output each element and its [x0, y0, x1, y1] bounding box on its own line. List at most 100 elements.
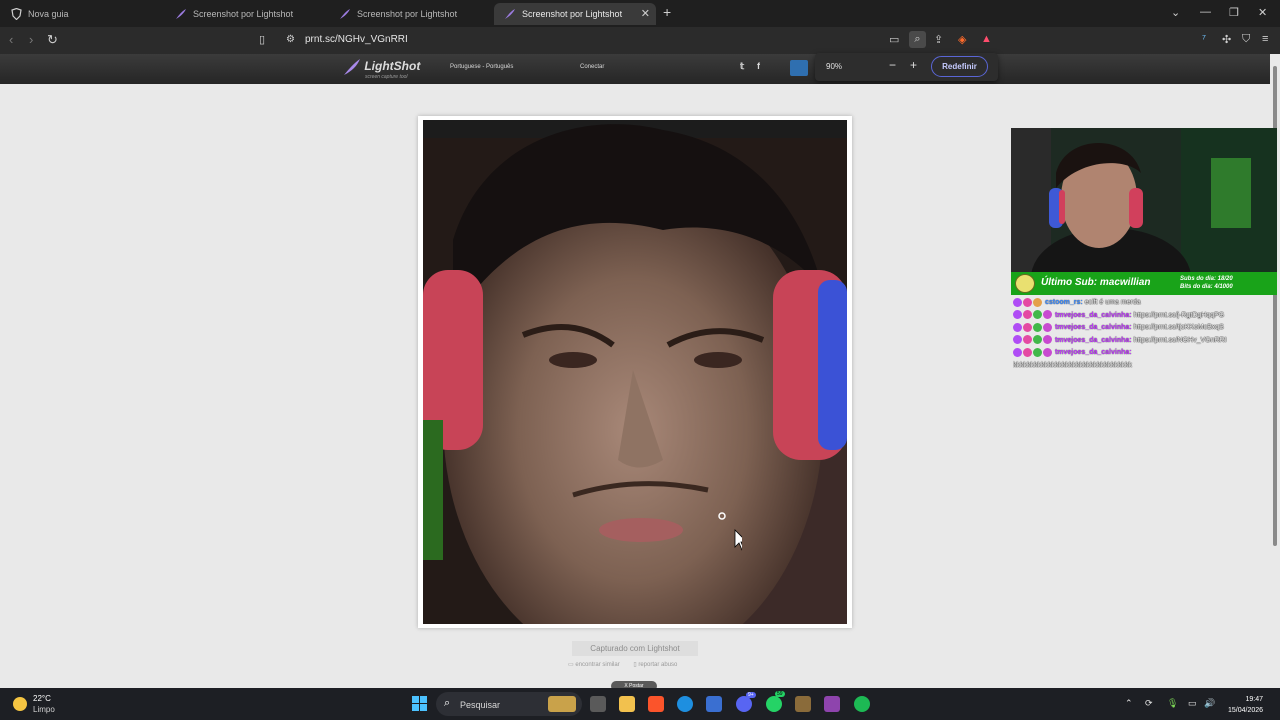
clock-date: 15/04/2026 — [1228, 707, 1264, 714]
sync-icon[interactable]: ⟳ — [1145, 698, 1153, 709]
feather-logo-icon — [344, 59, 360, 75]
brave-rewards-icon[interactable]: ▲ — [981, 33, 992, 45]
badge-icon — [1033, 322, 1042, 332]
chat-username: tmvejoes_da_calvinha: — [1054, 336, 1132, 344]
zoom-level: 90% — [826, 62, 843, 71]
close-window-button[interactable]: ✕ — [1258, 6, 1267, 19]
twitter-icon[interactable]: 𝕥 — [740, 61, 744, 72]
search-icon: ⌕ — [444, 697, 451, 709]
discord-icon[interactable] — [736, 696, 752, 712]
zoom-icon[interactable]: ⌕ — [909, 31, 926, 48]
new-tab-button[interactable]: + — [663, 4, 671, 20]
chat-line: tmvejoes_da_calvinha: https://prnt.sc/NG… — [1013, 335, 1277, 348]
store-icon[interactable] — [706, 696, 722, 712]
last-sub-bar: Último Sub: macwillian Subs do dia: 18/2… — [1011, 272, 1277, 295]
tab-title: Screenshot por Lightshot — [522, 9, 623, 19]
microphone-icon[interactable]: 🎙 — [1167, 698, 1178, 709]
chat-message-tail: kkkkkkkkkkkkkkkkkkkkkkkkkkkkkkkkkk — [1013, 361, 1132, 369]
network-icon[interactable]: ▭ — [1188, 698, 1197, 709]
badge-icon — [1013, 347, 1022, 357]
file-explorer-icon[interactable] — [619, 696, 635, 712]
logo-subtitle: screen capture tool — [365, 74, 408, 80]
taskbar: 22°C Limpo ⌕ Pesquisar 9+ 59 ⌃ ⟳ 🎙 ▭ 🔊 1… — [0, 688, 1280, 720]
menu-icon[interactable]: ≡ — [1262, 33, 1268, 45]
brave-icon[interactable] — [648, 696, 664, 712]
url-field[interactable]: prnt.sc/NGHv_VGnRRI — [305, 34, 408, 45]
close-tab-icon[interactable]: ✕ — [641, 7, 650, 20]
badge-icon — [1023, 347, 1032, 357]
reload-icon[interactable]: ↻ — [47, 32, 58, 48]
find-similar-link[interactable]: ▭ encontrar similar — [568, 662, 626, 668]
reset-zoom-button[interactable]: Redefinir — [931, 56, 988, 77]
cast-icon[interactable]: ▭ — [889, 33, 899, 46]
back-icon[interactable]: ‹ — [9, 32, 13, 47]
sub-stats: Subs do dia: 18/20 Bits do dia: 4/1000 — [1180, 275, 1233, 291]
address-bar-row: ‹ › ↻ ▯ ⚙ prnt.sc/NGHv_VGnRRI ▭ ⌕ ⇪ ◈ ▲ … — [0, 27, 1280, 54]
spotify-icon[interactable] — [854, 696, 870, 712]
forward-icon[interactable]: › — [29, 32, 33, 47]
report-abuse-link[interactable]: ▯ reportar abuso — [633, 662, 683, 668]
volume-icon[interactable]: 🔊 — [1204, 698, 1215, 709]
brave-shields-icon[interactable]: ◈ — [958, 33, 966, 46]
lightshot-logo[interactable]: LightShot screen capture tool — [343, 58, 420, 80]
app-icon[interactable] — [824, 696, 840, 712]
chat-username: tmvejoes_da_calvinha: — [1054, 349, 1132, 356]
vpn-icon[interactable]: ⛉ — [1242, 33, 1250, 46]
weather-temp[interactable]: 22°C — [33, 694, 51, 703]
search-highlight-icon — [548, 696, 576, 712]
translate-extension-icon[interactable]: ⁷ — [1202, 33, 1206, 45]
badge-icon — [1033, 335, 1042, 345]
share-icon[interactable]: ⇪ — [934, 33, 943, 46]
chat-message: https://prnt.sc/j-RgtDgHqqPG — [1133, 311, 1225, 319]
restore-button[interactable]: ❐ — [1229, 6, 1239, 19]
lightshot-feather-icon — [504, 8, 516, 20]
last-sub-label: Último Sub: macwillian — [1041, 277, 1151, 288]
connect-link[interactable]: Conectar — [580, 64, 604, 70]
chat-username: tmvejoes_da_calvinha: — [1054, 324, 1132, 331]
tab-lightshot-2[interactable]: Screenshot por Lightshot — [329, 3, 493, 25]
brave-shield-icon — [10, 8, 22, 20]
badge-icon — [1013, 322, 1022, 332]
weather-condition[interactable]: Limpo — [33, 705, 55, 714]
badge-icon — [1043, 322, 1052, 332]
whatsapp-icon[interactable] — [766, 696, 782, 712]
minimize-button[interactable]: — — [1200, 6, 1211, 18]
badge-icon — [1043, 310, 1052, 320]
tab-nova-guia[interactable]: Nova guia — [0, 3, 165, 25]
extensions-icon[interactable]: ✣ — [1222, 33, 1231, 46]
lightshot-header — [0, 54, 1270, 84]
zoom-in-button[interactable]: + — [910, 58, 917, 72]
discord-badge: 9+ — [746, 692, 756, 698]
tray-chevron-icon[interactable]: ⌃ — [1125, 698, 1133, 709]
screenshot-image[interactable] — [423, 120, 847, 624]
moon-weather-icon[interactable] — [13, 697, 27, 711]
badge-icon — [1023, 310, 1032, 320]
chat-line: tmvejoes_da_calvinha: https://prnt.sc/j-… — [1013, 310, 1277, 323]
clock-time: 19:47 — [1245, 696, 1264, 703]
edge-icon[interactable] — [677, 696, 693, 712]
tab-lightshot-active[interactable]: Screenshot por Lightshot ✕ — [494, 3, 656, 25]
tab-title: Screenshot por Lightshot — [193, 9, 294, 19]
zoom-out-button[interactable]: − — [889, 58, 896, 72]
app-icon[interactable] — [795, 696, 811, 712]
logo-text: LightShot — [364, 59, 421, 74]
subs-day: Subs do dia: 18/20 — [1180, 276, 1233, 282]
clock[interactable]: 19:47 15/04/2026 — [1228, 694, 1263, 716]
task-view-icon[interactable] — [590, 696, 606, 712]
windows-start-icon[interactable] — [412, 696, 427, 711]
facebook-icon[interactable]: f — [757, 61, 760, 71]
lightshot-feather-icon — [339, 8, 351, 20]
language-select[interactable]: Portuguese - Português — [450, 64, 513, 70]
badge-icon — [1023, 322, 1032, 332]
image-links: ▭ encontrar similar ▯ reportar abuso — [568, 661, 689, 668]
taskbar-search[interactable]: ⌕ Pesquisar — [436, 692, 582, 716]
upload-icon[interactable] — [790, 60, 808, 76]
tab-search-chevron-icon[interactable]: ⌄ — [1171, 6, 1180, 19]
find-similar-label: encontrar similar — [575, 662, 620, 668]
chat-message: https://prnt.sc/tjcKKoMcBxqS — [1133, 324, 1224, 331]
chat-message: https://prnt.sc/NGHv_VGnRRI — [1133, 336, 1227, 344]
site-info-icon[interactable]: ⚙ — [286, 34, 295, 45]
tab-lightshot-1[interactable]: Screenshot por Lightshot — [165, 3, 329, 25]
bookmark-icon[interactable]: ▯ — [259, 33, 265, 46]
badge-icon — [1033, 310, 1042, 320]
